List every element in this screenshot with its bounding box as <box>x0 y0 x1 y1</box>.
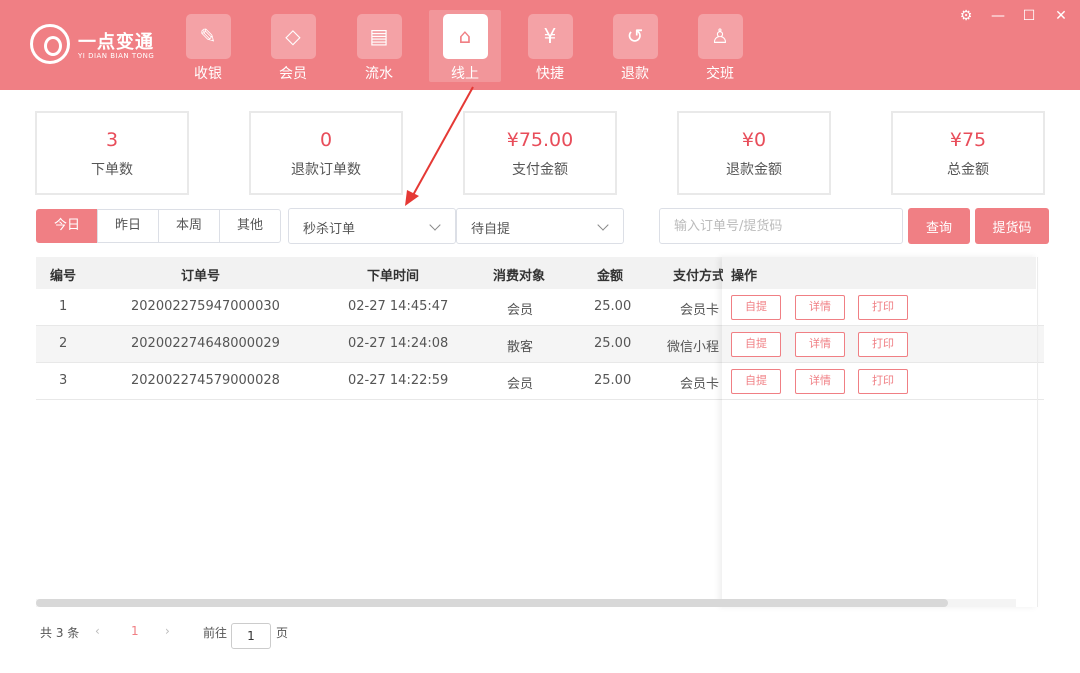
stat-value: ¥75 <box>949 129 987 151</box>
stat-label: 退款订单数 <box>291 162 361 178</box>
prev-page-icon[interactable]: ‹ <box>95 624 100 638</box>
brand-subtitle: YI DIAN BIAN TONG <box>78 52 155 60</box>
nav-label: 线上 <box>451 66 479 82</box>
stat-label: 退款金额 <box>726 162 782 178</box>
nav-item-cashier[interactable]: ✎ 收银 <box>179 10 237 82</box>
goto-page-input[interactable] <box>231 623 271 649</box>
settings-icon[interactable]: ⚙ <box>957 8 975 24</box>
pickup-code-button[interactable]: 提货码 <box>975 208 1049 244</box>
col-header-target: 消费对象 <box>493 269 546 284</box>
nav-label: 会员 <box>279 66 307 82</box>
date-filter-today[interactable]: 今日 <box>36 209 98 243</box>
stat-label: 下单数 <box>91 162 133 178</box>
col-header-index: 编号 <box>50 269 77 284</box>
stat-value: 0 <box>319 129 333 151</box>
diamond-icon: ◇ <box>270 14 316 59</box>
cell-index: 2 <box>59 336 68 351</box>
cell-target: 会员 <box>507 303 534 318</box>
date-filter-this-week[interactable]: 本周 <box>158 209 220 243</box>
status-value: 待自提 <box>471 222 511 237</box>
pen-edit-icon: ✎ <box>185 14 231 59</box>
cell-order-no: 202002275947000030 <box>131 299 280 314</box>
cell-order-no: 202002274648000029 <box>131 336 280 351</box>
status-select[interactable]: 待自提 <box>456 208 624 244</box>
nav-label: 交班 <box>706 66 734 82</box>
cell-pay-method: 会员卡 <box>680 303 720 318</box>
app-window: 一点变通 YI DIAN BIAN TONG ✎ 收银 ◇ 会员 ▤ 流水 ⌂ … <box>0 0 1080 673</box>
order-type-select[interactable]: 秒杀订单 <box>288 208 456 244</box>
document-icon: ▤ <box>356 14 402 59</box>
stat-paid-amount: ¥75.00 支付金额 <box>463 111 617 195</box>
cell-index: 3 <box>59 373 68 388</box>
nav-item-transactions[interactable]: ▤ 流水 <box>350 10 408 82</box>
col-header-pay-method: 支付方式 <box>673 269 723 284</box>
nav-label: 流水 <box>365 66 393 82</box>
col-header-time: 下单时间 <box>367 269 420 284</box>
cell-time: 02-27 14:22:59 <box>348 373 449 388</box>
orders-table: 编号 订单号 下单时间 消费对象 金额 支付方式 操作 1 2020022759… <box>36 257 1044 607</box>
stat-order-count: 3 下单数 <box>35 111 189 195</box>
goto-label: 前往 <box>203 626 228 640</box>
logo-mark-icon <box>30 24 70 64</box>
cell-pay-method: 微信小程 <box>667 340 720 355</box>
cell-time: 02-27 14:24:08 <box>348 336 449 351</box>
col-header-order-no: 订单号 <box>181 269 221 284</box>
top-header: 一点变通 YI DIAN BIAN TONG ✎ 收银 ◇ 会员 ▤ 流水 ⌂ … <box>0 0 1080 90</box>
chevron-down-icon <box>429 219 441 231</box>
stat-value: 3 <box>105 129 119 151</box>
nav-item-refund[interactable]: ↺ 退款 <box>606 10 664 82</box>
nav-label: 退款 <box>621 66 649 82</box>
cell-pay-method: 会员卡 <box>680 377 720 392</box>
col-header-amount: 金额 <box>597 269 624 284</box>
cell-order-no: 202002274579000028 <box>131 373 280 388</box>
maximize-icon[interactable]: ☐ <box>1020 8 1038 24</box>
nav-item-handover[interactable]: ♙ 交班 <box>691 10 749 82</box>
nav-item-online[interactable]: ⌂ 线上 <box>429 10 501 82</box>
date-filter-group: 今日 昨日 本周 其他 <box>36 209 281 243</box>
brand-name: 一点变通 <box>78 32 154 53</box>
stat-label: 支付金额 <box>512 162 568 178</box>
page-number-current[interactable]: 1 <box>131 624 139 638</box>
chevron-down-icon <box>597 219 609 231</box>
stat-refund-order-count: 0 退款订单数 <box>249 111 403 195</box>
fixed-actions-column <box>722 257 1038 607</box>
refund-icon: ↺ <box>612 14 658 59</box>
cell-time: 02-27 14:45:47 <box>348 299 449 314</box>
date-filter-other[interactable]: 其他 <box>219 209 281 243</box>
nav-item-members[interactable]: ◇ 会员 <box>264 10 322 82</box>
cell-amount: 25.00 <box>594 336 632 351</box>
cell-index: 1 <box>59 299 68 314</box>
query-button[interactable]: 查询 <box>908 208 970 244</box>
annotation-arrow-head <box>405 190 419 206</box>
order-type-value: 秒杀订单 <box>303 222 356 237</box>
horizontal-scrollbar-thumb[interactable] <box>36 599 948 607</box>
stat-value: ¥0 <box>741 129 767 151</box>
store-icon: ⌂ <box>442 14 488 59</box>
nav-label: 收银 <box>194 66 222 82</box>
yen-receipt-icon: ¥ <box>527 14 573 59</box>
pagination-total: 共 3 条 <box>40 626 80 640</box>
cell-target: 散客 <box>507 340 534 355</box>
cell-amount: 25.00 <box>594 299 632 314</box>
user-handover-icon: ♙ <box>697 14 743 59</box>
stat-total-amount: ¥75 总金额 <box>891 111 1045 195</box>
close-icon[interactable]: ✕ <box>1052 8 1070 24</box>
stat-label: 总金额 <box>947 162 989 178</box>
minimize-icon[interactable]: — <box>989 8 1007 24</box>
stat-value: ¥75.00 <box>506 129 574 151</box>
stat-refund-amount: ¥0 退款金额 <box>677 111 831 195</box>
nav-item-quick[interactable]: ¥ 快捷 <box>521 10 579 82</box>
cell-target: 会员 <box>507 377 534 392</box>
page-suffix: 页 <box>276 626 289 640</box>
cell-amount: 25.00 <box>594 373 632 388</box>
search-input[interactable] <box>659 208 903 244</box>
brand-logo: 一点变通 YI DIAN BIAN TONG <box>30 22 180 68</box>
next-page-icon[interactable]: › <box>165 624 170 638</box>
nav-label: 快捷 <box>536 66 564 82</box>
date-filter-yesterday[interactable]: 昨日 <box>97 209 159 243</box>
